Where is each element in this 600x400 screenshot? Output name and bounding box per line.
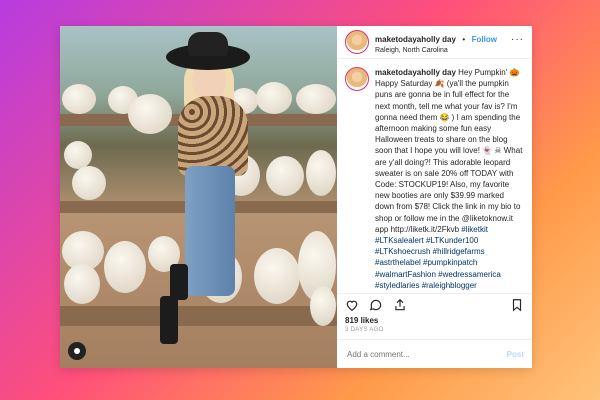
user-tag-icon[interactable] — [68, 342, 86, 360]
post-sidebar: maketodayaholly day • Follow Raleigh, No… — [337, 26, 532, 368]
heart-icon[interactable] — [345, 298, 359, 312]
held-pumpkin — [128, 94, 172, 134]
boot — [160, 296, 178, 344]
bookmark-icon[interactable] — [510, 298, 524, 312]
share-icon[interactable] — [393, 298, 407, 312]
caption: maketodayaholly day Hey Pumpkin' 🎃 Happy… — [337, 59, 532, 293]
post-comment-button[interactable]: Post — [507, 350, 524, 359]
leopard-sweater — [178, 96, 248, 176]
shelf — [60, 306, 337, 326]
pumpkin — [104, 241, 146, 293]
post-header: maketodayaholly day • Follow Raleigh, No… — [337, 26, 532, 59]
avatar[interactable] — [345, 67, 369, 91]
header-info: maketodayaholly day • Follow Raleigh, No… — [375, 29, 497, 54]
pumpkin — [266, 156, 304, 196]
action-bar — [337, 293, 532, 316]
pumpkin — [254, 248, 300, 304]
instagram-post-card: maketodayaholly day • Follow Raleigh, No… — [60, 26, 532, 368]
ellipsis-icon[interactable]: ··· — [511, 35, 524, 45]
likes-count[interactable]: 819 likes — [337, 316, 532, 325]
post-timestamp: 3 DAYS AGO — [345, 327, 384, 333]
username-link[interactable]: maketodayaholly day — [375, 35, 456, 44]
pumpkin — [62, 84, 96, 114]
follow-button[interactable]: Follow — [472, 35, 497, 44]
pumpkin — [64, 264, 100, 304]
separator-dot: • — [462, 35, 466, 45]
avatar[interactable] — [345, 30, 369, 54]
caption-username[interactable]: maketodayaholly day — [375, 68, 456, 77]
caption-text: maketodayaholly day Hey Pumpkin' 🎃 Happy… — [375, 67, 524, 290]
caption-hashtags[interactable]: #liketkit #LTKsalealert #LTKunder100 #LT… — [375, 225, 501, 290]
pumpkin — [64, 141, 92, 169]
comment-icon[interactable] — [369, 298, 383, 312]
person-hat-crown — [188, 32, 228, 56]
location-link[interactable]: Raleigh, North Carolina — [375, 47, 497, 55]
pumpkin — [256, 82, 292, 114]
pumpkin — [310, 286, 336, 326]
post-photo[interactable] — [60, 26, 337, 368]
caption-body: Hey Pumpkin' 🎃 Happy Saturday 🍂 (ya'll t… — [375, 68, 523, 234]
pumpkin — [72, 166, 106, 200]
person-jeans — [185, 166, 235, 296]
comment-box: Post — [337, 339, 532, 368]
comment-input[interactable] — [345, 348, 507, 360]
pumpkin — [306, 150, 336, 196]
pumpkin — [296, 84, 336, 114]
boot — [170, 264, 188, 300]
